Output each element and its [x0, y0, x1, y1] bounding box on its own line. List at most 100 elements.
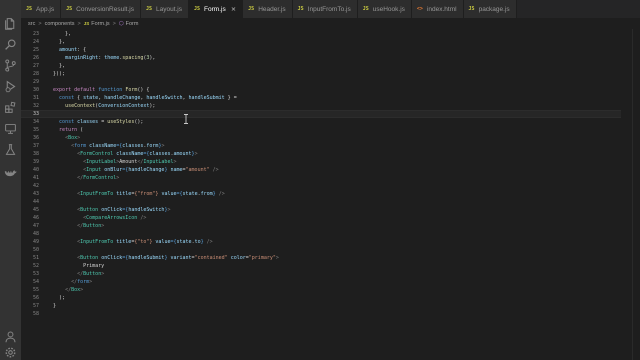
code-line[interactable]: 56 ); [21, 294, 621, 302]
breadcrumb-item-symbol[interactable]: Form [126, 21, 139, 27]
code-text: </FormControl> [47, 175, 119, 181]
line-number: 23 [32, 31, 39, 37]
extensions-icon[interactable] [4, 101, 17, 114]
line-number: 41 [32, 175, 39, 181]
code-line[interactable]: 54 </form> [21, 278, 621, 286]
code-line[interactable]: 35 return ( [21, 126, 621, 134]
code-line[interactable]: 55 </Box> [21, 286, 621, 294]
code-token: > [161, 143, 165, 149]
remote-explorer-icon[interactable] [4, 122, 17, 135]
code-token: onClick [101, 255, 123, 261]
code-line[interactable]: 36 <Box> [21, 134, 621, 142]
tab-form-js[interactable]: JS Form.js × [189, 0, 244, 18]
code-line[interactable]: 53 </Button> [21, 270, 621, 278]
code-line[interactable]: 46 <CompareArrowsIcon /> [21, 214, 621, 222]
breadcrumb-item-components[interactable]: components [45, 21, 75, 27]
tab-header-js[interactable]: JS Header.js [243, 0, 293, 18]
tab-layout-js[interactable]: JS Layout.js [140, 0, 190, 18]
source-control-icon[interactable] [4, 59, 17, 72]
code-line[interactable]: 52 Primary [21, 262, 621, 270]
run-debug-icon[interactable] [4, 80, 17, 93]
code-line[interactable]: 47 </Button> [21, 222, 621, 230]
search-icon[interactable] [4, 38, 17, 51]
line-number: 45 [32, 207, 39, 213]
code-line[interactable]: 50 [21, 246, 621, 254]
code-line[interactable]: 37 <form className={classes.form}> [21, 142, 621, 150]
close-icon[interactable]: × [231, 5, 236, 13]
code-token: : { [77, 47, 87, 53]
code-token: ( [77, 127, 84, 133]
editor-vertical-scrollbar[interactable] [632, 29, 640, 360]
docker-icon[interactable] [4, 166, 17, 179]
line-number: 55 [32, 287, 39, 293]
code-line[interactable]: 57 } [21, 302, 621, 310]
settings-gear-icon[interactable] [4, 346, 17, 359]
code-line[interactable]: 38 <FormControl className={classes.amoun… [21, 150, 621, 158]
code-editor[interactable]: 23 }, 24 }, 25 amount: {26 marginRight: th… [21, 29, 640, 360]
tab-conversionresult-js[interactable]: JS ConversionResult.js [61, 0, 141, 18]
tab-inputfromto-js[interactable]: JS InputFromTo.js [292, 0, 358, 18]
tab-app-js[interactable]: JS App.js [21, 0, 62, 18]
code-token: > [116, 175, 120, 181]
code-line[interactable]: 48 [21, 230, 621, 238]
code-token: ); [149, 103, 156, 109]
line-number: 52 [32, 263, 39, 269]
line-number: 46 [32, 215, 39, 221]
code-token: export default [53, 87, 96, 93]
code-text: <CompareArrowsIcon /> [47, 215, 146, 221]
code-token: theme [104, 55, 120, 61]
breadcrumb-item-src[interactable]: src [28, 21, 35, 27]
line-number: 54 [32, 279, 39, 285]
code-token: onBlur [104, 167, 123, 173]
code-text: </Box> [47, 287, 83, 293]
tab-label: ConversionResult.js [76, 5, 134, 13]
code-text: const { state, handleChange, handleSwitc… [47, 95, 237, 101]
tab-usehook-js[interactable]: JS useHook.js [357, 0, 412, 18]
code-line[interactable]: 39 <InputLabel>Amount</InputLabel> [21, 158, 621, 166]
js-file-icon: JS [248, 6, 255, 12]
code-line[interactable]: 26 marginRight: theme.spacing(3), [21, 54, 621, 62]
code-token: /> [209, 167, 219, 173]
code-line[interactable]: 23 }, [21, 30, 621, 38]
code-text: }, [47, 63, 65, 69]
code-line[interactable]: 25 amount: { [21, 46, 621, 54]
code-line[interactable]: 42 [21, 182, 621, 190]
explorer-icon[interactable] [4, 17, 17, 30]
code-line[interactable]: 34 const classes = useStyles(); [21, 118, 621, 126]
code-line[interactable]: 49 <InputFromTo title={"to"} value={stat… [21, 238, 621, 246]
code-line[interactable]: 28 })); [21, 70, 621, 78]
code-token: Input [86, 167, 102, 173]
code-line[interactable]: 29 [21, 78, 621, 86]
code-text: <Box> [47, 135, 80, 141]
account-icon[interactable] [4, 330, 17, 343]
code-line[interactable]: 30 export default function Form() { [21, 86, 621, 94]
code-line[interactable]: 58 [21, 310, 621, 318]
code-token: FormControl [83, 175, 117, 181]
code-line[interactable]: 43 <InputFromTo title={"from"} value={st… [21, 190, 621, 198]
code-line[interactable]: 40 <Input onBlur={handleChange} name="am… [21, 166, 621, 174]
code-line[interactable]: 45 <Button onClick={handleSwitch}> [21, 206, 621, 214]
testing-icon[interactable] [4, 143, 17, 156]
code-text: </form> [47, 279, 92, 285]
code-text: amount: { [47, 47, 86, 53]
line-number: 37 [32, 143, 39, 149]
js-file-icon: JS [468, 6, 475, 12]
code-line[interactable]: 44 [21, 198, 621, 206]
code-line[interactable]: 32 useContext(ConversionContext); [21, 102, 621, 110]
code-line[interactable]: 33 [21, 110, 621, 118]
code-token: handleChange [128, 167, 165, 173]
tab-package-js[interactable]: JS package.js [463, 0, 517, 18]
tab-index-html[interactable]: <> index.html [411, 0, 464, 18]
code-line[interactable]: 27 }, [21, 62, 621, 70]
code-line[interactable]: 31 const { state, handleChange, handleSw… [21, 94, 621, 102]
code-token: useStyles [107, 119, 135, 125]
code-line[interactable]: 24 }, [21, 38, 621, 46]
code-token: () { [137, 87, 150, 93]
code-line[interactable]: 41 </FormControl> [21, 174, 621, 182]
code-text: marginRight: theme.spacing(3), [47, 55, 155, 61]
code-line[interactable]: 51 <Button onClick={handleSubmit} varian… [21, 254, 621, 262]
breadcrumb-item-file[interactable]: Form.js [91, 21, 109, 27]
code-text: return ( [47, 127, 83, 133]
